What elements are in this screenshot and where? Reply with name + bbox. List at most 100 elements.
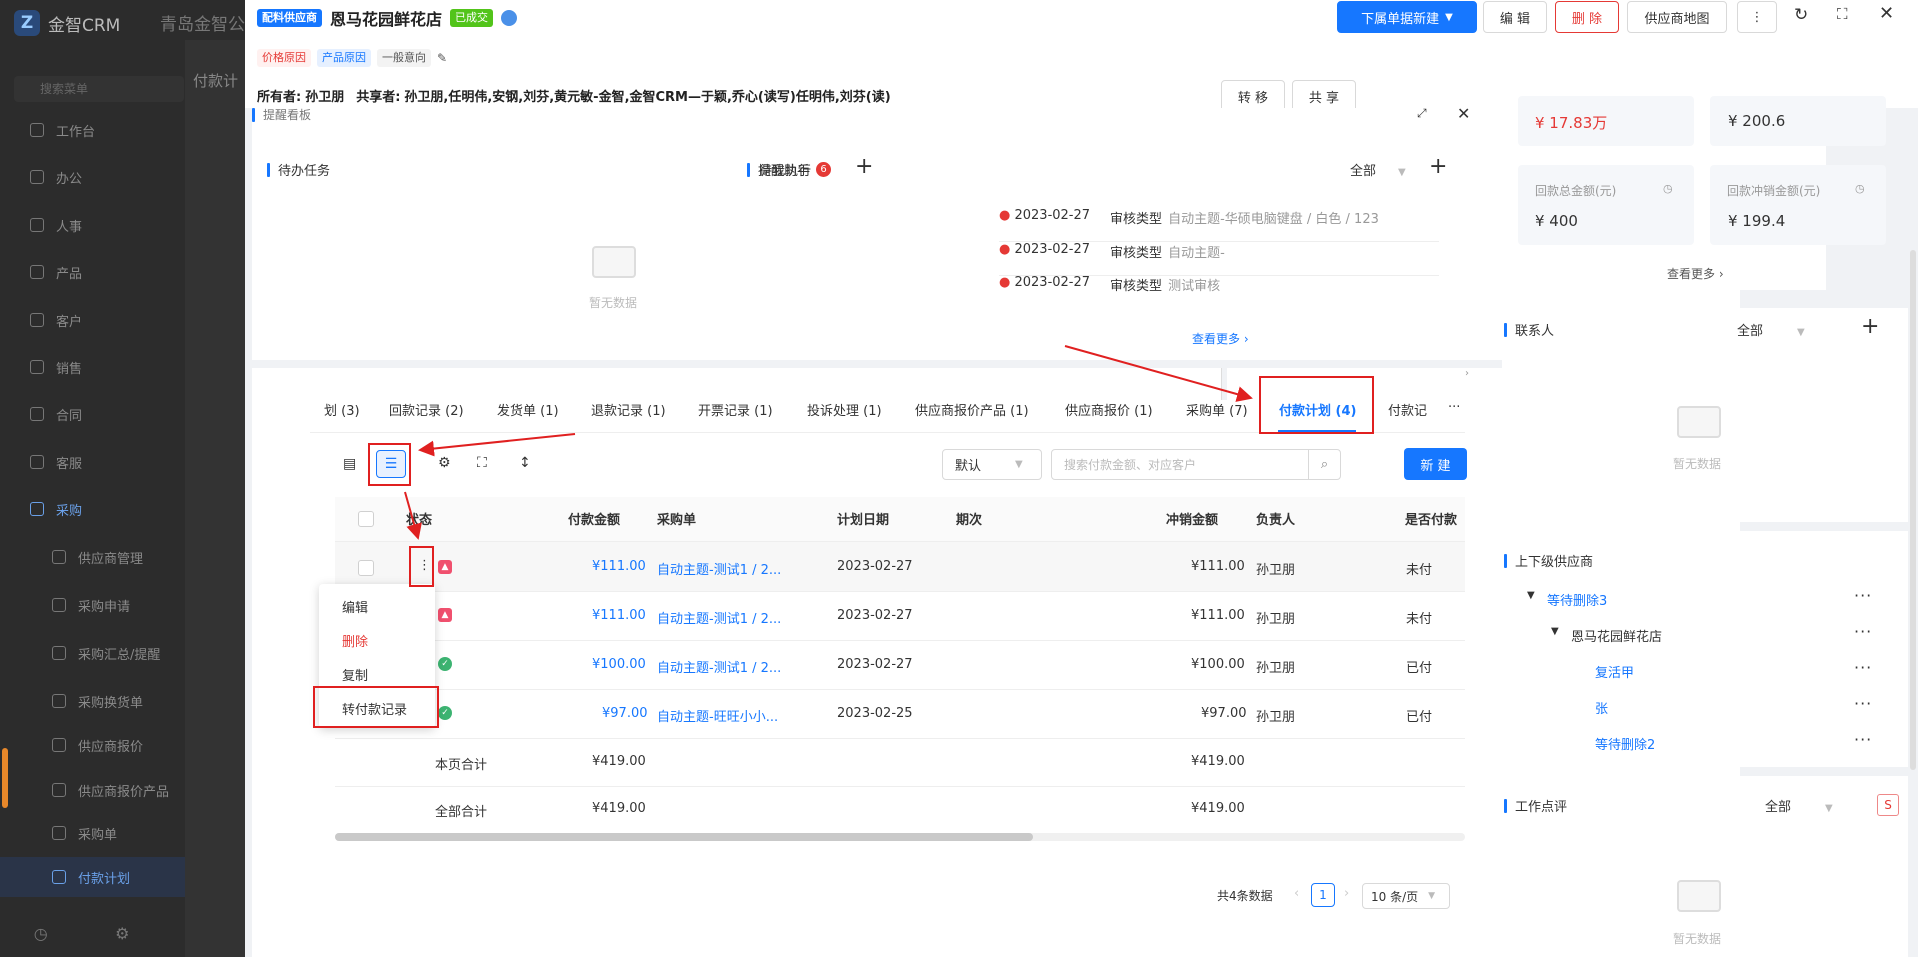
reminder-date: ● 2023-02-27 (999, 275, 1091, 290)
tab-complaint[interactable]: 投诉处理 (1) (807, 400, 882, 419)
fullscreen-icon[interactable]: ⛶ (477, 455, 487, 471)
app-name: 金智CRM (48, 15, 121, 36)
row-paid: 未付 (1406, 563, 1433, 578)
row-owner: 孙卫朋 (1256, 563, 1296, 578)
page-size-select[interactable]: 10 条/页 ▼ (1362, 883, 1450, 909)
menu-search-input[interactable]: 搜索菜单 (14, 76, 184, 102)
sidebar-scrollbar[interactable] (2, 748, 8, 808)
add-reminder-icon[interactable]: + (1429, 154, 1447, 179)
tab-delivery[interactable]: 发货单 (1) (497, 400, 559, 419)
close-icon[interactable]: ✕ (1879, 3, 1894, 24)
hr-icon (30, 218, 44, 232)
stat-value: ¥ 17.83万 (1535, 114, 1608, 132)
tab-collection-records[interactable]: 回款记录 (2) (389, 400, 464, 419)
node-more-icon[interactable]: ··· (1854, 658, 1872, 677)
document-icon (52, 783, 66, 797)
reminder-more-link[interactable]: 查看更多 › (1192, 330, 1249, 347)
collapse-icon[interactable]: ✕ (1457, 104, 1470, 123)
tab-purchase-order[interactable]: 采购单 (7) (1186, 400, 1248, 419)
row-divider (335, 640, 1465, 641)
reminder-item[interactable]: ● 2023-02-27 审核类型 自动主题-华硕电脑键盘 / 白色 / 123 (999, 208, 1439, 242)
stats-more-link[interactable]: 查看更多 › (1667, 265, 1724, 282)
sougou-ime-icon[interactable]: S (1877, 794, 1899, 816)
prev-page-icon[interactable]: ‹ (1294, 886, 1299, 901)
row-height-icon[interactable]: ↕ (519, 455, 531, 471)
sort-select[interactable]: 默认 ▼ (942, 449, 1042, 480)
tree-node[interactable]: 恩马花园鲜花店 (1571, 626, 1662, 645)
edit-button[interactable]: 编 辑 (1483, 1, 1547, 33)
row-amount[interactable]: ¥100.00 (592, 657, 646, 672)
row-checkbox[interactable] (358, 560, 374, 576)
folder-icon (52, 550, 66, 564)
tree-caret-icon[interactable]: ▼ (1551, 626, 1559, 637)
user-icon[interactable] (501, 10, 518, 26)
node-more-icon[interactable]: ··· (1854, 694, 1872, 713)
next-page-icon[interactable]: › (1344, 886, 1349, 901)
edit-tags-icon[interactable]: ✎ (437, 51, 447, 65)
tab-payment-records[interactable]: 付款记 (1388, 400, 1427, 419)
chevron-down-icon: ▼ (1445, 11, 1453, 23)
node-more-icon[interactable]: ··· (1854, 730, 1872, 749)
node-more-icon[interactable]: ··· (1854, 622, 1872, 641)
info-icon: ◷ (1855, 182, 1865, 195)
row-purchase-order-link[interactable]: 自动主题-测试1 / 2... (657, 559, 781, 578)
settings-icon[interactable]: ⚙ (438, 455, 451, 471)
workbench-icon (30, 123, 44, 137)
empty-icon (1677, 880, 1721, 912)
helper-filter[interactable]: 全部 ▼ (1350, 160, 1406, 179)
new-payment-plan-button[interactable]: 新 建 (1404, 448, 1467, 480)
expand-icon[interactable]: ⤢ (1417, 106, 1427, 121)
supplier-map-button[interactable]: 供应商地图 (1627, 1, 1727, 33)
row-purchase-order-link[interactable]: 自动主题-测试1 / 2... (657, 657, 781, 676)
tree-node[interactable]: 复活甲 (1595, 662, 1634, 681)
tabs-more-icon[interactable]: ··· (1448, 400, 1460, 415)
all-total-label: 全部合计 (435, 805, 488, 820)
settings-icon[interactable]: ⚙ (115, 924, 129, 943)
all-total-offset: ¥419.00 (1191, 801, 1245, 816)
fullscreen-icon[interactable]: ⛶ (1837, 5, 1848, 23)
tab-supplier-quote-product[interactable]: 供应商报价产品 (1) (915, 400, 1029, 419)
history-icon[interactable]: ◷ (34, 924, 48, 943)
chevron-right-icon[interactable]: › (1465, 368, 1475, 400)
all-total-amount: ¥419.00 (592, 801, 646, 816)
tree-node[interactable]: 等待删除3 (1547, 590, 1607, 609)
menu-item-copy[interactable]: 复制 (342, 665, 368, 684)
reminder-value: 测试审核 (1168, 279, 1221, 294)
new-sub-document-button[interactable]: 下属单据新建 ▼ (1337, 1, 1477, 33)
row-divider (335, 738, 1465, 739)
right-scrollbar[interactable] (1910, 250, 1916, 770)
node-more-icon[interactable]: ··· (1854, 586, 1872, 605)
tab-refund[interactable]: 退款记录 (1) (591, 400, 666, 419)
comments-filter[interactable]: 全部 ▼ (1765, 796, 1833, 815)
menu-item-edit[interactable]: 编辑 (342, 597, 368, 616)
reminder-item[interactable]: ● 2023-02-27 审核类型 测试审核 (999, 275, 1439, 309)
row-divider (335, 591, 1465, 592)
horizontal-scrollbar-thumb[interactable] (335, 833, 1033, 841)
select-all-checkbox[interactable] (358, 511, 374, 527)
search-icon[interactable]: ⌕ (1308, 449, 1340, 480)
tree-caret-icon[interactable]: ▼ (1527, 590, 1535, 601)
add-contact-icon[interactable]: + (1861, 314, 1879, 339)
tab-partial[interactable]: 划 (3) (324, 400, 360, 419)
delete-button[interactable]: 删 除 (1555, 1, 1619, 33)
add-todo-icon[interactable]: + (855, 154, 873, 179)
menu-item-delete[interactable]: 删除 (342, 631, 368, 650)
row-amount[interactable]: ¥97.00 (602, 706, 648, 721)
tree-node[interactable]: 等待删除2 (1595, 734, 1655, 753)
reminder-item[interactable]: ● 2023-02-27 审核类型 自动主题- (999, 242, 1439, 276)
row-purchase-order-link[interactable]: 自动主题-测试1 / 2... (657, 608, 781, 627)
stat-tile (1518, 165, 1694, 245)
tab-invoice[interactable]: 开票记录 (1) (698, 400, 773, 419)
tab-supplier-quote[interactable]: 供应商报价 (1) (1065, 400, 1153, 419)
row-amount[interactable]: ¥111.00 (592, 559, 646, 574)
row-amount[interactable]: ¥111.00 (592, 608, 646, 623)
page-1[interactable]: 1 (1311, 883, 1335, 907)
panel-splitter[interactable] (1221, 368, 1227, 400)
more-actions-button[interactable]: ⋮ (1737, 1, 1777, 33)
contacts-filter[interactable]: 全部 ▼ (1737, 320, 1805, 339)
payment-search-input[interactable]: 搜索付款金额、对应客户 ⌕ (1051, 449, 1341, 480)
refresh-icon[interactable]: ↻ (1794, 5, 1808, 25)
row-purchase-order-link[interactable]: 自动主题-旺旺小小... (657, 706, 778, 725)
tree-node[interactable]: 张 (1595, 698, 1608, 717)
card-view-icon[interactable]: ▤ (343, 456, 356, 472)
